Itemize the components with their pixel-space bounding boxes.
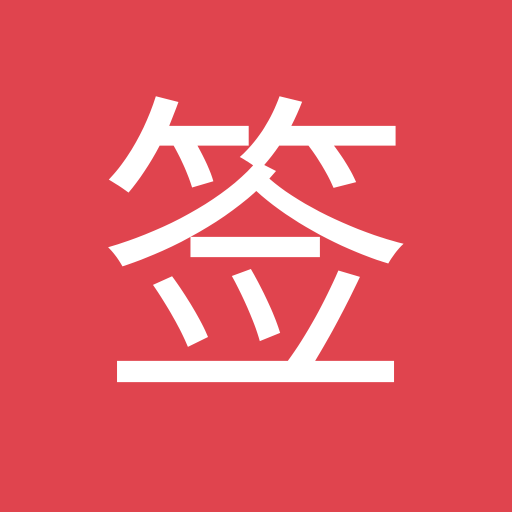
app-icon[interactable]: 签 [0,0,512,512]
icon-glyph: 签 [97,70,415,440]
